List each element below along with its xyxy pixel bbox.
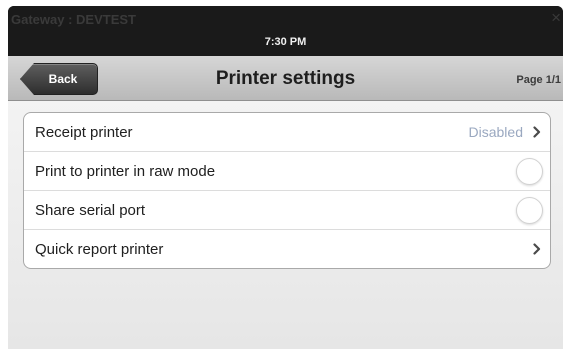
setting-quick-report-printer[interactable]: Quick report printer xyxy=(24,230,550,268)
setting-label: Print to printer in raw mode xyxy=(35,162,216,180)
setting-label: Receipt printer xyxy=(35,123,133,141)
gateway-label: Gateway : DEVTEST xyxy=(11,12,136,27)
chevron-right-icon xyxy=(533,126,541,138)
app-window: Gateway : DEVTEST × 7:30 PM Back Printer… xyxy=(8,6,563,349)
nav-bar: Back Printer settings Page 1/1 xyxy=(8,56,563,101)
status-bar: Gateway : DEVTEST × 7:30 PM xyxy=(8,6,563,56)
setting-label: Quick report printer xyxy=(35,240,164,258)
setting-print-raw-mode[interactable]: Print to printer in raw mode xyxy=(24,152,550,191)
status-time: 7:30 PM xyxy=(264,36,307,48)
setting-share-serial-port[interactable]: Share serial port xyxy=(24,191,550,230)
page-indicator: Page 1/1 xyxy=(516,74,561,86)
setting-value: Disabled xyxy=(468,124,523,140)
close-icon[interactable]: × xyxy=(551,9,561,26)
page-title: Printer settings xyxy=(215,68,356,89)
toggle-switch[interactable] xyxy=(516,157,543,185)
setting-label: Share serial port xyxy=(35,201,146,219)
toggle-switch[interactable] xyxy=(516,196,543,224)
settings-content: Receipt printer Disabled Print to printe… xyxy=(8,101,563,349)
setting-receipt-printer[interactable]: Receipt printer Disabled xyxy=(24,113,550,152)
settings-group: Receipt printer Disabled Print to printe… xyxy=(23,112,551,269)
chevron-right-icon xyxy=(533,243,541,255)
